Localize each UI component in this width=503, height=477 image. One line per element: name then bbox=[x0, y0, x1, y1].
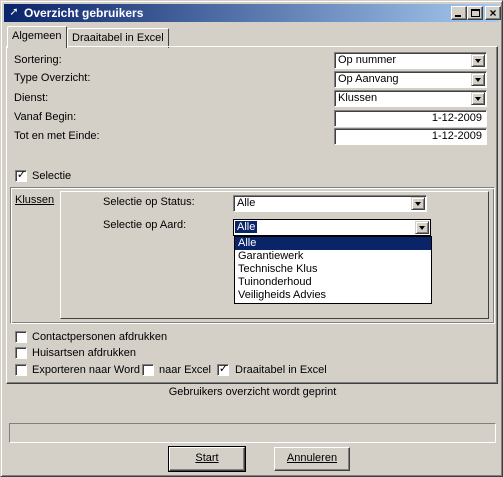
close-button[interactable]: × bbox=[485, 6, 501, 20]
app-arrow-icon: ➚ bbox=[9, 6, 19, 18]
annuleren-button[interactable]: Annuleren bbox=[274, 447, 350, 471]
list-item[interactable]: Veiligheids Advies bbox=[235, 289, 431, 302]
start-button[interactable]: Start bbox=[168, 446, 246, 472]
dialog-window: ➚ Overzicht gebruikers × Algemeen Draait… bbox=[0, 0, 503, 477]
list-item[interactable]: Technische Klus bbox=[235, 263, 431, 276]
tab-draaitabel-in-excel[interactable]: Draaitabel in Excel bbox=[67, 28, 169, 48]
status-message: Gebruikers overzicht wordt geprint bbox=[168, 386, 337, 398]
title-bar[interactable]: ➚ Overzicht gebruikers × bbox=[4, 4, 501, 22]
tab-algemeen[interactable]: Algemeen bbox=[7, 26, 67, 48]
minimize-icon bbox=[455, 15, 461, 17]
maximize-button[interactable] bbox=[467, 6, 483, 20]
progress-bar bbox=[9, 423, 496, 443]
list-item[interactable]: Garantiewerk bbox=[235, 250, 431, 263]
aard-dropdown-list: Alle Garantiewerk Technische Klus Tuinon… bbox=[234, 236, 432, 304]
start-button-label: Start bbox=[195, 452, 219, 464]
annuleren-button-label: Annuleren bbox=[286, 452, 338, 464]
maximize-icon bbox=[471, 9, 480, 17]
list-item[interactable]: Alle bbox=[235, 237, 431, 250]
minimize-button[interactable] bbox=[451, 6, 467, 20]
list-item[interactable]: Tuinonderhoud bbox=[235, 276, 431, 289]
close-icon: × bbox=[489, 6, 497, 20]
window-title: Overzicht gebruikers bbox=[24, 6, 144, 20]
tab-panel-algemeen bbox=[6, 46, 498, 384]
